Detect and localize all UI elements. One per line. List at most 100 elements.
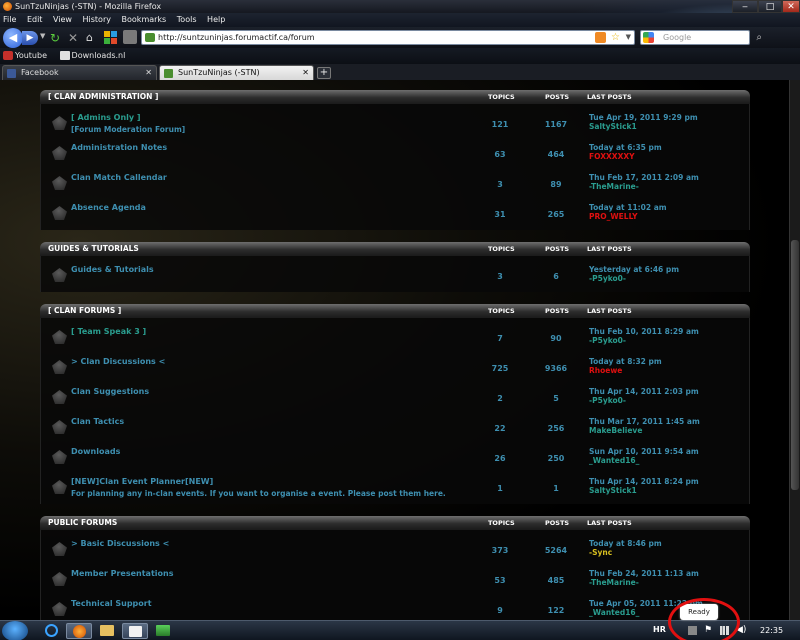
last-post-user[interactable]: _Wanted16_ <box>589 456 639 465</box>
menu-file[interactable]: File <box>3 15 16 24</box>
last-post-user[interactable]: -P5yko0- <box>589 274 626 283</box>
forward-arrow-icon[interactable]: ▶ <box>22 31 38 45</box>
forum-title-link[interactable]: Member Presentations <box>71 569 173 578</box>
stop-icon[interactable]: ✕ <box>68 31 82 45</box>
start-button[interactable] <box>2 621 28 640</box>
category-title[interactable]: [ CLAN ADMINISTRATION ] <box>48 92 158 101</box>
forum-description: [Forum Moderation Forum] <box>71 125 186 134</box>
rss-feed-icon[interactable] <box>595 32 606 43</box>
clock[interactable]: 22:35 <box>760 626 783 635</box>
bookmark-star-icon[interactable]: ☆ <box>611 31 620 44</box>
forum-title-link[interactable]: Guides & Tutorials <box>71 265 154 274</box>
last-post-date[interactable]: Sun Apr 10, 2011 9:54 am <box>589 447 699 456</box>
media-player-taskbar-icon[interactable] <box>122 623 148 639</box>
search-placeholder: Google <box>663 33 692 42</box>
tab-close-icon[interactable]: ✕ <box>302 66 309 80</box>
back-arrow-icon[interactable]: ◀ <box>3 28 23 48</box>
column-posts: POSTS <box>545 307 570 315</box>
home-icon[interactable]: ⌂ <box>86 31 100 45</box>
network-taskbar-icon[interactable] <box>150 623 176 639</box>
forum-row: [ Admins Only ] [Forum Moderation Forum] 1… <box>40 108 750 136</box>
last-post-user[interactable]: SaltyStick1 <box>589 486 637 495</box>
search-input[interactable]: Google ⌕ <box>640 30 762 45</box>
forum-title-link[interactable]: Clan Tactics <box>71 417 124 426</box>
last-post-date[interactable]: Thu Feb 10, 2011 8:29 am <box>589 327 699 336</box>
last-post-user[interactable]: -TheMarine- <box>589 182 639 191</box>
last-post-date[interactable]: Thu Mar 17, 2011 1:45 am <box>589 417 700 426</box>
menu-bookmarks[interactable]: Bookmarks <box>122 15 167 24</box>
column-posts: POSTS <box>545 519 570 527</box>
forum-title-link[interactable]: [ Admins Only ] <box>71 113 141 122</box>
menu-tools[interactable]: Tools <box>177 15 197 24</box>
ie-taskbar-icon[interactable] <box>38 623 64 639</box>
forum-title-link[interactable]: Absence Agenda <box>71 203 146 212</box>
posts-count: 1 <box>553 484 559 493</box>
last-post-date[interactable]: Thu Feb 17, 2011 2:09 am <box>589 173 699 182</box>
category-title[interactable]: PUBLIC FORUMS <box>48 518 117 527</box>
last-post-user[interactable]: -Sync <box>589 548 612 557</box>
url-dropdown-icon[interactable]: ▼ <box>626 31 631 44</box>
maximize-button[interactable]: □ <box>758 0 782 13</box>
last-post-user[interactable]: Rhoewe <box>589 366 622 375</box>
forum-title-link[interactable]: Clan Suggestions <box>71 387 149 396</box>
forum-status-icon <box>52 542 67 556</box>
explorer-taskbar-icon[interactable] <box>94 623 120 639</box>
new-tab-button[interactable]: + <box>317 67 331 79</box>
last-post-date[interactable]: Tue Apr 19, 2011 9:29 pm <box>589 113 698 122</box>
vertical-scrollbar[interactable] <box>789 80 800 620</box>
last-post-user[interactable]: MakeBelieve <box>589 426 642 435</box>
tab-suntzuninjas[interactable]: SunTzuNinjas (-STN) ✕ <box>159 65 314 80</box>
category-title[interactable]: GUIDES & TUTORIALS <box>48 244 139 253</box>
last-post-user[interactable]: PRO_WELLY <box>589 212 638 221</box>
forum-title-link[interactable]: > Clan Discussions < <box>71 357 165 366</box>
menu-edit[interactable]: Edit <box>27 15 43 24</box>
forum-status-icon <box>52 146 67 160</box>
last-post-date[interactable]: Today at 8:32 pm <box>589 357 662 366</box>
last-post-date[interactable]: Today at 6:35 pm <box>589 143 662 152</box>
forum-title-link[interactable]: [NEW]Clan Event Planner[NEW] <box>71 477 213 486</box>
last-post-date[interactable]: Today at 11:02 am <box>589 203 667 212</box>
menu-history[interactable]: History <box>83 15 111 24</box>
last-post-user[interactable]: -P5yko0- <box>589 336 626 345</box>
minimize-button[interactable]: ‒ <box>732 0 758 13</box>
bookmark-youtube[interactable]: Youtube <box>3 51 47 60</box>
language-indicator[interactable]: HR <box>653 625 666 634</box>
last-post-user[interactable]: FOXXXXXY <box>589 152 635 161</box>
reload-icon[interactable]: ↻ <box>50 31 64 45</box>
last-post-date[interactable]: Thu Feb 24, 2011 1:13 am <box>589 569 699 578</box>
last-post-user[interactable]: SaltyStick1 <box>589 122 637 131</box>
forum-title-link[interactable]: > Basic Discussions < <box>71 539 169 548</box>
apps-grid-icon[interactable] <box>104 31 117 44</box>
forum-title-link[interactable]: Technical Support <box>71 599 152 608</box>
last-post-date[interactable]: Yesterday at 6:46 pm <box>589 265 679 274</box>
tab-facebook[interactable]: Facebook ✕ <box>2 65 157 80</box>
history-dropdown-icon[interactable]: ▼ <box>40 32 45 40</box>
posts-count: 5264 <box>544 546 568 555</box>
forum-title-link[interactable]: [ Team Speak 3 ] <box>71 327 146 336</box>
menu-view[interactable]: View <box>53 15 72 24</box>
menu-help[interactable]: Help <box>207 15 225 24</box>
topics-count: 373 <box>491 546 509 555</box>
topics-count: 1 <box>497 484 503 493</box>
last-post-user[interactable]: _Wanted16_ <box>589 608 639 617</box>
category-header: [ CLAN ADMINISTRATION ] TOPICS POSTS LAST P… <box>40 90 750 104</box>
category-title[interactable]: [ CLAN FORUMS ] <box>48 306 121 315</box>
forum-title-link[interactable]: Administration Notes <box>71 143 167 152</box>
tab-close-icon[interactable]: ✕ <box>145 66 152 80</box>
last-post-date[interactable]: Today at 8:46 pm <box>589 539 662 548</box>
addon-icon[interactable] <box>123 30 137 44</box>
search-icon[interactable]: ⌕ <box>756 31 762 44</box>
firefox-taskbar-icon[interactable] <box>66 623 92 639</box>
last-post-date[interactable]: Thu Apr 14, 2011 8:24 pm <box>589 477 699 486</box>
google-icon[interactable] <box>643 32 654 43</box>
last-post-user[interactable]: -P5yko0- <box>589 396 626 405</box>
url-bar[interactable]: http://suntzuninjas.forumactif.ca/forum … <box>141 30 635 45</box>
last-post-date[interactable]: Thu Apr 14, 2011 2:03 pm <box>589 387 699 396</box>
last-post-user[interactable]: -TheMarine- <box>589 578 639 587</box>
forum-title-link[interactable]: Clan Match Callendar <box>71 173 167 182</box>
bookmark-downloads[interactable]: Downloads.nl <box>59 51 125 60</box>
scrollbar-thumb[interactable] <box>791 240 799 490</box>
close-button[interactable]: ✕ <box>782 0 800 13</box>
forum-title-link[interactable]: Downloads <box>71 447 120 456</box>
posts-count: 256 <box>547 424 565 433</box>
